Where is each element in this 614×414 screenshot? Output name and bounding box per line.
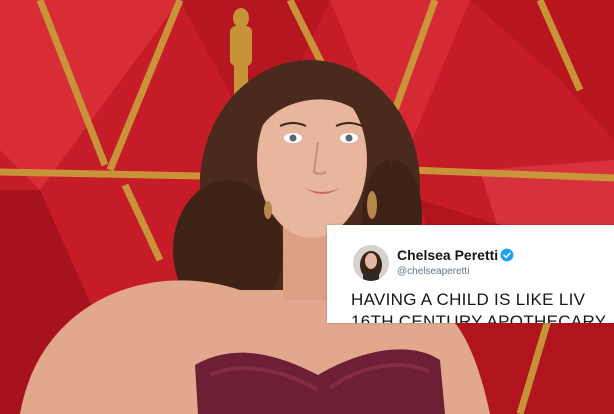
red-carpet-photo xyxy=(0,0,614,414)
display-name[interactable]: Chelsea Peretti xyxy=(397,247,498,263)
tweet-text: HAVING A CHILD IS LIKE LIV 16TH CENTURY … xyxy=(351,289,614,323)
avatar-photo-icon xyxy=(353,245,389,281)
tweet-text-line-1: HAVING A CHILD IS LIKE LIV xyxy=(351,290,586,309)
user-handle[interactable]: @chelseaperetti xyxy=(397,266,469,277)
avatar[interactable] xyxy=(353,245,389,281)
verified-badge-icon xyxy=(500,248,514,262)
tweet-card[interactable]: Chelsea Peretti @chelseaperetti HAVING A… xyxy=(327,225,614,323)
tweet-text-line-2: 16TH CENTURY APOTHECARY xyxy=(351,312,607,323)
